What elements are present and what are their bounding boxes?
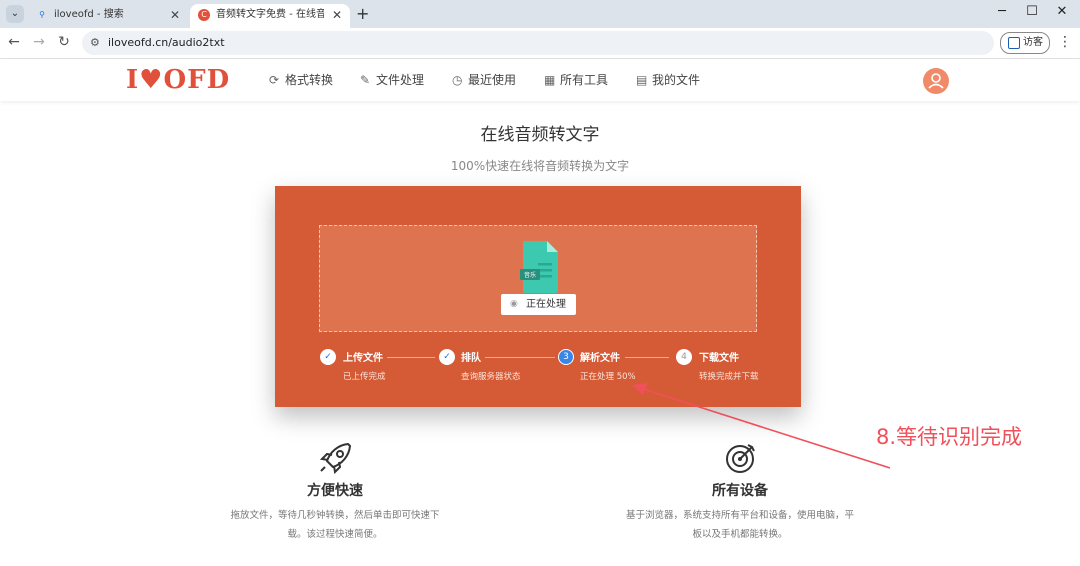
feature-title-fast: 方便快速 [307,483,363,499]
nav-all-tools[interactable]: ▦ 所有工具 [544,71,608,88]
search-icon: ⚲ [39,10,45,19]
page-subtitle: 100%快速在线将音频转换为文字 [450,159,630,173]
minimize-button[interactable]: ─ [992,4,1012,19]
new-tab-button[interactable]: + [356,4,369,24]
close-icon[interactable]: ✕ [332,4,342,26]
nav-my-files[interactable]: ▤ 我的文件 [636,71,700,88]
step-connector [485,357,555,358]
feature-desc-devices: 基于浏览器，系统支持所有平台和设备，使用电脑，平 板以及手机都能转换。 [615,506,865,544]
browser-tab-bar: ⌄ ⚲ iloveofd - 搜索 ✕ C 音频转文字免费 - 在线音频语音 ✕… [0,0,1080,28]
step-3-desc: 正在处理 50% [580,372,636,382]
nav-label: 最近使用 [468,73,517,87]
feature-title-devices: 所有设备 [712,483,768,499]
step-1-title: 上传文件 [343,353,383,364]
nav-label: 所有工具 [560,73,609,87]
rocket-icon [319,443,351,474]
profile-icon [1008,37,1020,49]
nav-label: 文件处理 [376,73,425,87]
nav-label: 我的文件 [652,73,701,87]
page-title: 在线音频转文字 [480,125,600,145]
feature-desc-line: 基于浏览器，系统支持所有平台和设备，使用电脑，平 [625,510,854,521]
step-4-title: 下载文件 [699,353,739,364]
step-4-icon: 4 [676,349,692,365]
logo-text: OFD [163,65,231,95]
recent-icon: ◷ [452,73,463,87]
guest-profile-button[interactable]: 访客 [1000,32,1050,54]
reload-button[interactable]: ↻ [56,34,72,50]
url-text: iloveofd.cn/audio2txt [108,36,225,49]
file-badge-label: 音乐 [524,271,536,279]
feature-desc-line: 载。该过程快速简便。 [287,529,383,540]
step-2-icon: ✓ [439,349,455,365]
forward-button[interactable]: → [31,34,47,50]
tab-search-menu-button[interactable]: ⌄ [6,5,24,23]
browser-toolbar: ← → ↻ ⚙ iloveofd.cn/audio2txt 访客 ⋮ [0,28,1080,59]
guest-label: 访客 [1023,37,1043,48]
grid-icon: ▦ [544,73,556,87]
site-logo[interactable]: I♥OFD [126,65,230,95]
feature-desc-fast: 拖放文件，等待几秒钟转换，然后单击即可快速下 载。该过程快速简便。 [210,506,460,544]
step-1-desc: 已上传完成 [343,372,386,382]
nav-label: 格式转换 [285,73,334,87]
user-avatar[interactable] [923,68,949,94]
processing-status-button[interactable]: ◉ 正在处理 [501,294,576,315]
nav-recent[interactable]: ◷ 最近使用 [452,71,516,88]
step-2-desc: 查询服务器状态 [461,372,521,382]
annotation-text: 8.等待识别完成 [876,425,1023,449]
browser-menu-icon[interactable]: ⋮ [1058,34,1072,50]
convert-icon: ⟳ [269,73,280,87]
feature-desc-line: 拖放文件，等待几秒钟转换，然后单击即可快速下 [230,510,440,521]
user-icon [928,73,944,89]
eye-icon: ◉ [510,299,518,309]
tab-title: 音频转文字免费 - 在线音频语音 [216,9,324,20]
site-favicon-icon: C [198,9,210,21]
file-drop-zone[interactable]: 音乐 ◉ 正在处理 [319,225,757,332]
maximize-button[interactable]: ☐ [1022,4,1042,19]
heart-icon: ♥ [139,65,164,95]
step-1-icon: ✓ [320,349,336,365]
back-button[interactable]: ← [6,34,22,50]
document-icon: ▤ [636,73,648,87]
step-3-title: 解析文件 [580,353,620,364]
tab-title: iloveofd - 搜索 [54,9,124,20]
browser-tab-active[interactable]: C 音频转文字免费 - 在线音频语音 ✕ [190,4,350,28]
target-icon [726,444,755,473]
step-2-title: 排队 [461,353,481,364]
address-bar[interactable]: ⚙ iloveofd.cn/audio2txt [82,31,994,55]
site-header: I♥OFD ⟳ 格式转换 ✎ 文件处理 ◷ 最近使用 ▦ 所有工具 ▤ 我的文件 [0,59,1080,101]
browser-tab-inactive[interactable]: ⚲ iloveofd - 搜索 ✕ [28,4,188,28]
window-close-button[interactable]: ✕ [1052,4,1072,19]
step-connector [625,357,669,358]
file-edit-icon: ✎ [360,73,371,87]
step-connector [387,357,435,358]
logo-letter: I [126,65,140,95]
close-icon[interactable]: ✕ [170,4,180,26]
site-info-icon[interactable]: ⚙ [90,36,100,49]
feature-desc-line: 板以及手机都能转换。 [692,529,788,540]
audio-file-icon: 音乐 [520,241,558,293]
nav-file-process[interactable]: ✎ 文件处理 [360,71,424,88]
step-4-desc: 转换完成并下载 [699,372,759,382]
status-button-label: 正在处理 [526,299,566,310]
nav-format-convert[interactable]: ⟳ 格式转换 [269,71,333,88]
step-3-icon: 3 [558,349,574,365]
conversion-card: 音乐 ◉ 正在处理 ✓ 上传文件 已上传完成 ✓ 排队 查询服务器状态 3 解析… [275,186,801,407]
